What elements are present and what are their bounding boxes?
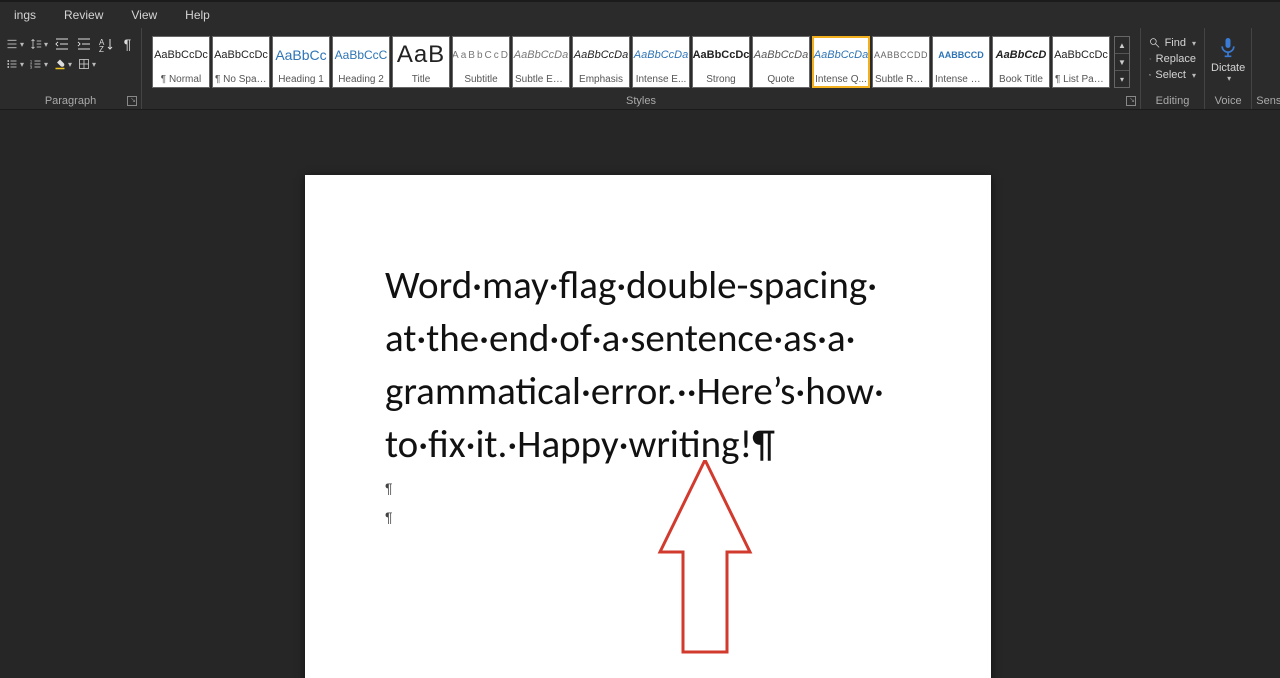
style-subtle-ref-[interactable]: AABBCCDDSubtle Ref... <box>872 36 930 88</box>
pilcrow-icon[interactable]: ¶ <box>120 36 135 52</box>
svg-text:Z: Z <box>99 45 104 52</box>
document-body-text[interactable]: Word·may·flag·double-spacing· at·the·end… <box>385 259 911 471</box>
style-preview: AaBbCcDc <box>693 37 749 73</box>
style-preview: AaBbCcDa <box>633 37 689 73</box>
style-name-label: Intense E... <box>633 73 689 87</box>
style-name-label: Title <box>393 73 449 87</box>
document-area[interactable]: Word·may·flag·double-spacing· at·the·end… <box>0 110 1280 678</box>
sort-icon[interactable]: AZ <box>98 36 114 52</box>
find-label: Find <box>1165 37 1186 49</box>
style-subtitle[interactable]: AaBbCcDSubtitle <box>452 36 510 88</box>
style-preview: AaBbCcDa <box>573 37 629 73</box>
paragraph-group-label: Paragraph <box>0 95 141 107</box>
sensitivity-group: Sens <box>1252 28 1280 109</box>
menu-item-mailings-partial[interactable]: ings <box>0 4 50 26</box>
cursor-icon <box>1149 69 1151 81</box>
style--list-para-[interactable]: AaBbCcDc¶ List Para... <box>1052 36 1110 88</box>
styles-group: AaBbCcDc¶ NormalAaBbCcDc¶ No Spac...AaBb… <box>142 28 1141 109</box>
style-preview: AaBbCcD <box>453 37 509 73</box>
style-name-label: Subtle Ref... <box>873 73 929 87</box>
indent-decrease-icon[interactable] <box>54 36 70 52</box>
style-name-label: Emphasis <box>573 73 629 87</box>
menu-bar: ings Review View Help <box>0 0 1280 28</box>
styles-group-label: Styles <box>142 95 1140 107</box>
style-name-label: ¶ Normal <box>153 73 209 87</box>
find-button[interactable]: Find▾ <box>1147 36 1198 50</box>
replace-button[interactable]: Replace <box>1147 52 1198 66</box>
editing-group: Find▾ Replace Select▾ Editing <box>1141 28 1205 109</box>
dictate-button[interactable]: Dictate ▾ <box>1211 32 1245 83</box>
style-preview: AaBbCcDa <box>513 37 569 73</box>
styles-gallery: AaBbCcDc¶ NormalAaBbCcDc¶ No Spac...AaBb… <box>148 32 1134 88</box>
style-preview: AaBbCcD <box>993 37 1049 73</box>
style-preview: AaBbCcDa <box>753 37 809 73</box>
style-preview: AABBCCD <box>933 37 989 73</box>
style-preview: AaBbCcDc <box>1053 37 1109 73</box>
style-intense-q-[interactable]: AaBbCcDaIntense Q... <box>812 36 870 88</box>
style--no-spac-[interactable]: AaBbCcDc¶ No Spac... <box>212 36 270 88</box>
style-preview: AaBbCcDa <box>813 37 869 73</box>
style-name-label: Subtle Em... <box>513 73 569 87</box>
style-preview: AaBbCcC <box>333 37 389 73</box>
menu-item-view[interactable]: View <box>117 4 171 26</box>
style-preview: AaB <box>393 37 449 73</box>
style-name-label: Heading 2 <box>333 73 389 87</box>
style-title[interactable]: AaBTitle <box>392 36 450 88</box>
style-book-title[interactable]: AaBbCcDBook Title <box>992 36 1050 88</box>
style-quote[interactable]: AaBbCcDaQuote <box>752 36 810 88</box>
menu-item-help[interactable]: Help <box>171 4 224 26</box>
style-name-label: Book Title <box>993 73 1049 87</box>
style-preview: AaBbCcDc <box>153 37 209 73</box>
style-intense-re-[interactable]: AABBCCDIntense Re... <box>932 36 990 88</box>
style--normal[interactable]: AaBbCcDc¶ Normal <box>152 36 210 88</box>
bullets-icon[interactable]: ▾ <box>6 56 24 72</box>
style-name-label: Quote <box>753 73 809 87</box>
style-name-label: Intense Re... <box>933 73 989 87</box>
paragraph-mark-2: ¶ <box>385 506 911 528</box>
style-preview: AaBbCc <box>273 37 329 73</box>
svg-text:3: 3 <box>30 65 32 69</box>
spacing-icon[interactable]: ▾ <box>6 36 24 52</box>
style-emphasis[interactable]: AaBbCcDaEmphasis <box>572 36 630 88</box>
replace-label: Replace <box>1156 53 1196 65</box>
document-page[interactable]: Word·may·flag·double-spacing· at·the·end… <box>305 175 991 678</box>
menu-item-review[interactable]: Review <box>50 4 117 26</box>
editing-group-label: Editing <box>1141 95 1204 107</box>
styles-gallery-scroll[interactable]: ▲▼▾ <box>1114 36 1130 88</box>
style-name-label: Strong <box>693 73 749 87</box>
style-name-label: Subtitle <box>453 73 509 87</box>
style-strong[interactable]: AaBbCcDcStrong <box>692 36 750 88</box>
microphone-icon <box>1218 36 1238 60</box>
paragraph-group: ▾ ▾ AZ ¶ ▾ 123▾ ▾ ▾ Paragraph ↘ <box>0 28 142 109</box>
replace-icon <box>1149 53 1152 65</box>
sensitivity-group-label: Sens <box>1252 95 1280 107</box>
style-preview: AaBbCcDc <box>213 37 269 73</box>
voice-group: Dictate ▾ Voice <box>1205 28 1252 109</box>
style-name-label: Heading 1 <box>273 73 329 87</box>
line-spacing-icon[interactable]: ▾ <box>30 36 48 52</box>
style-preview: AABBCCDD <box>873 37 929 73</box>
paragraph-dialog-launcher[interactable]: ↘ <box>127 96 137 106</box>
paragraph-mark-1: ¶ <box>385 477 911 499</box>
style-name-label: Intense Q... <box>813 73 869 87</box>
numbering-icon[interactable]: 123▾ <box>30 56 48 72</box>
search-icon <box>1149 37 1161 49</box>
ribbon: ▾ ▾ AZ ¶ ▾ 123▾ ▾ ▾ Paragraph ↘ AaBbCcDc… <box>0 28 1280 110</box>
voice-group-label: Voice <box>1205 95 1251 107</box>
dictate-label: Dictate <box>1211 62 1245 74</box>
style-heading-1[interactable]: AaBbCcHeading 1 <box>272 36 330 88</box>
select-button[interactable]: Select▾ <box>1147 68 1198 82</box>
style-name-label: ¶ List Para... <box>1053 73 1109 87</box>
shading-icon[interactable]: ▾ <box>54 56 72 72</box>
style-intense-e-[interactable]: AaBbCcDaIntense E... <box>632 36 690 88</box>
borders-icon[interactable]: ▾ <box>78 56 96 72</box>
indent-increase-icon[interactable] <box>76 36 92 52</box>
style-heading-2[interactable]: AaBbCcCHeading 2 <box>332 36 390 88</box>
select-label: Select <box>1155 69 1186 81</box>
styles-dialog-launcher[interactable]: ↘ <box>1126 96 1136 106</box>
style-name-label: ¶ No Spac... <box>213 73 269 87</box>
style-subtle-em-[interactable]: AaBbCcDaSubtle Em... <box>512 36 570 88</box>
